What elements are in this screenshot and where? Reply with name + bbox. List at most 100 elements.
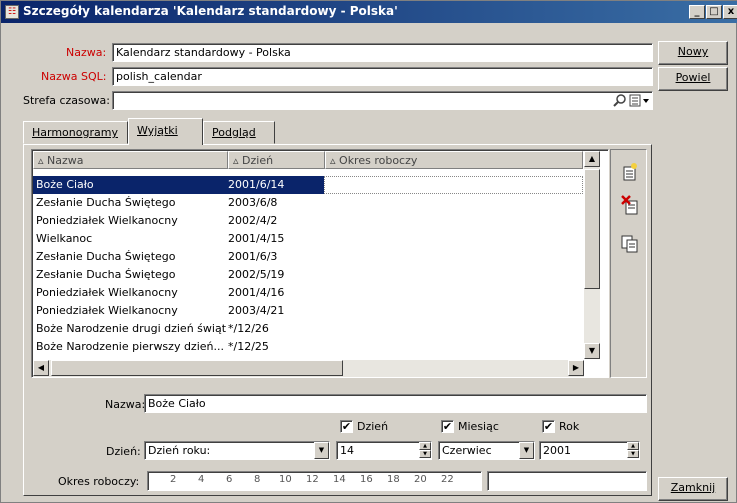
horizontal-scroll-thumb[interactable]: [51, 360, 343, 376]
checkbox-month[interactable]: ✔ Miesiąc: [441, 420, 499, 433]
new-button[interactable]: Nowy: [658, 41, 728, 65]
header-dzien[interactable]: ▵ Dzień: [228, 151, 325, 169]
day-type-value: Dzień roku:: [148, 444, 211, 457]
cell-name: Boże Narodzenie pierwszy dzień...: [36, 340, 224, 353]
year-spinner[interactable]: 2001 ▲ ▼: [539, 441, 640, 460]
vertical-scroll-thumb[interactable]: [584, 169, 600, 289]
close-window-button[interactable]: x: [723, 5, 737, 19]
day-spinner[interactable]: 14 ▲ ▼: [336, 441, 432, 460]
list-icon[interactable]: [629, 93, 651, 108]
table-row[interactable]: Boże Narodzenie pierwszy dzień... */12/25: [33, 338, 583, 356]
horizontal-scrollbar[interactable]: ◀ ▶: [33, 360, 584, 377]
delete-row-icon[interactable]: [621, 195, 639, 215]
cell-name: Poniedziałek Wielkanocny: [36, 214, 178, 227]
table-row[interactable]: Boże Narodzenie drugi dzień świąt */12/26: [33, 320, 583, 338]
ruler-tick: 14: [333, 474, 346, 485]
cell-day: 2002/5/19: [228, 268, 285, 281]
cell-day: 2001/4/15: [228, 232, 285, 245]
search-icon[interactable]: [613, 93, 627, 108]
minimize-button[interactable]: _: [689, 5, 705, 19]
checkbox-day[interactable]: ✔ Dzień: [340, 420, 388, 433]
header-nazwa-label: Nazwa: [47, 154, 84, 167]
cell-name: Poniedziałek Wielkanocny: [36, 304, 178, 317]
checkbox-year-box[interactable]: ✔: [542, 420, 555, 433]
sql-name-label: Nazwa SQL:: [41, 70, 107, 83]
cell-name: Wielkanoc: [36, 232, 93, 245]
checkbox-month-box[interactable]: ✔: [441, 420, 454, 433]
ruler-tick: 4: [198, 474, 205, 485]
header-okres[interactable]: ▵ Okres roboczy: [325, 151, 583, 169]
cell-name: Poniedziałek Wielkanocny: [36, 286, 178, 299]
table-row[interactable]: Zesłanie Ducha Świętego 2002/5/19: [33, 266, 583, 284]
ruler-tick: 10: [279, 474, 292, 485]
cell-name: Zesłanie Ducha Świętego: [36, 250, 176, 263]
chevron-down-icon[interactable]: ▼: [314, 442, 329, 459]
calendar-details-window: ☷ Szczegóły kalendarza 'Kalendarz standa…: [0, 0, 737, 503]
checkbox-year-label: Rok: [559, 420, 580, 433]
window-title: Szczegóły kalendarza 'Kalendarz standard…: [23, 4, 398, 18]
ruler-tick: 12: [306, 474, 319, 485]
close-button[interactable]: Zamknij: [658, 477, 728, 501]
ruler-tick: 22: [441, 474, 454, 485]
tab-podglad[interactable]: Podgląd: [203, 121, 275, 144]
new-button-label: Nowy: [677, 45, 709, 58]
table-row[interactable]: Poniedziałek Wielkanocny 2003/4/21: [33, 302, 583, 320]
table-row[interactable]: Boże Ciało 2001/6/14: [33, 176, 583, 194]
working-period-ruler[interactable]: 2 4 6 8 10 12 14 16 18 20 22: [147, 471, 482, 491]
spinner-icon[interactable]: ▲ ▼: [627, 442, 639, 459]
year-value: 2001: [543, 444, 571, 457]
tab-podglad-label: Podgląd: [212, 126, 256, 139]
cell-day: 2002/4/2: [228, 214, 278, 227]
tab-harmonogramy[interactable]: Harmonogramy: [23, 121, 128, 144]
scroll-left-button[interactable]: ◀: [33, 360, 49, 376]
month-select[interactable]: Czerwiec ▼: [438, 441, 535, 460]
ruler-tick: 2: [170, 474, 177, 485]
cell-day: */12/25: [228, 340, 269, 353]
cell-name: Zesłanie Ducha Świętego: [36, 268, 176, 281]
checkbox-day-box[interactable]: ✔: [340, 420, 353, 433]
vertical-scrollbar[interactable]: ▲ ▼: [584, 151, 600, 359]
table-header: ▵ Nazwa ▵ Dzień ▵ Okres roboczy: [33, 151, 583, 169]
repeat-button-label: Powiel: [675, 71, 711, 84]
ruler-tick: 20: [414, 474, 427, 485]
tab-wyjatki[interactable]: Wyjątki: [128, 118, 203, 145]
table-row[interactable]: Poniedziałek Wielkanocny 2001/4/16: [33, 284, 583, 302]
new-row-icon[interactable]: [621, 162, 639, 182]
chevron-down-icon[interactable]: ▼: [519, 442, 534, 459]
timezone-field[interactable]: [112, 91, 653, 110]
table-row[interactable]: Wielkanoc 2001/4/15: [33, 230, 583, 248]
spinner-icon[interactable]: ▲ ▼: [419, 442, 431, 459]
header-dzien-label: Dzień: [242, 154, 274, 167]
nazwa-label: Nazwa:: [66, 46, 107, 59]
day-value: 14: [340, 444, 354, 457]
scroll-right-button[interactable]: ▶: [568, 360, 584, 376]
cell-period[interactable]: [324, 176, 583, 194]
month-value: Czerwiec: [442, 444, 492, 457]
day-type-select[interactable]: Dzień roku: ▼: [144, 441, 330, 460]
cell-name: Boże Narodzenie drugi dzień świąt: [36, 322, 227, 335]
cell-day: 2001/6/14: [228, 178, 285, 191]
exceptions-table[interactable]: ▵ Nazwa ▵ Dzień ▵ Okres roboczy Boże Cia…: [31, 149, 609, 378]
checkbox-year[interactable]: ✔ Rok: [542, 420, 579, 433]
ruler-tick: 16: [360, 474, 373, 485]
table-row[interactable]: Poniedziałek Wielkanocny 2002/4/2: [33, 212, 583, 230]
nazwa-field[interactable]: Kalendarz standardowy - Polska: [112, 43, 653, 62]
sql-name-field[interactable]: polish_calendar: [112, 67, 653, 86]
copy-row-icon[interactable]: [621, 234, 639, 254]
cell-name: Boże Ciało: [36, 178, 94, 191]
detail-nazwa-field[interactable]: Boże Ciało: [144, 394, 647, 413]
checkbox-day-label: Dzień: [357, 420, 389, 433]
working-period-field[interactable]: [487, 471, 647, 491]
maximize-button[interactable]: □: [706, 5, 722, 19]
app-icon: ☷: [5, 5, 19, 19]
table-row[interactable]: Zesłanie Ducha Świętego 2001/6/3: [33, 248, 583, 266]
header-nazwa[interactable]: ▵ Nazwa: [33, 151, 228, 169]
scroll-down-button[interactable]: ▼: [584, 343, 600, 359]
repeat-button[interactable]: Powiel: [658, 67, 728, 91]
cell-day: */12/26: [228, 322, 269, 335]
table-row[interactable]: Zesłanie Ducha Świętego 2003/6/8: [33, 194, 583, 212]
tab-wyjatki-label: Wyjątki: [137, 124, 178, 137]
checkbox-month-label: Miesiąc: [458, 420, 499, 433]
scroll-up-button[interactable]: ▲: [584, 151, 600, 167]
cell-day: 2001/6/3: [228, 250, 278, 263]
